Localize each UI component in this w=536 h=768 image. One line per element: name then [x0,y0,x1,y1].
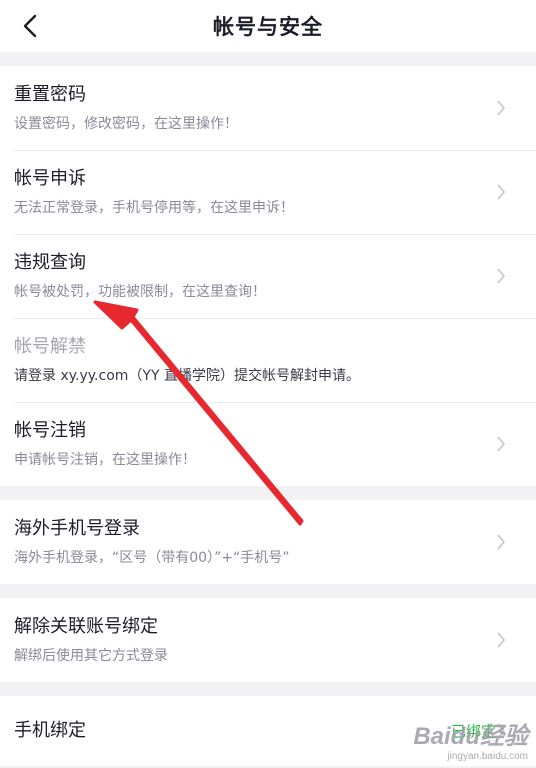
section-gap [0,52,536,66]
item-title: 手机绑定 [14,720,86,741]
watermark-logo: Baidu经验 [413,723,528,750]
navigation-bar: 帐号与安全 [0,0,536,52]
account-appeal-item[interactable]: 帐号申诉 无法正常登录，手机号停用等，在这里申诉！ [0,150,536,234]
reset-password-item[interactable]: 重置密码 设置密码，修改密码，在这里操作！ [0,66,536,150]
chevron-right-icon [497,632,506,648]
overseas-phone-login-item[interactable]: 海外手机号登录 海外手机登录，“区号（带有00）”+“手机号” [0,500,536,584]
item-subtitle: 设置密码，修改密码，在这里操作！ [14,115,238,132]
section-gap [0,584,536,598]
item-subtitle: 申请帐号注销，在这里操作！ [14,451,196,468]
unlink-group: 解除关联账号绑定 解绑后使用其它方式登录 [0,598,536,682]
back-button[interactable] [12,8,48,44]
unlink-account-item[interactable]: 解除关联账号绑定 解绑后使用其它方式登录 [0,598,536,682]
item-title: 帐号注销 [14,419,86,441]
page-title: 帐号与安全 [213,15,323,39]
overseas-login-group: 海外手机号登录 海外手机登录，“区号（带有00）”+“手机号” [0,500,536,584]
security-settings-group: 重置密码 设置密码，修改密码，在这里操作！ 帐号申诉 无法正常登录，手机号停用等… [0,66,536,486]
violation-query-item[interactable]: 违规查询 帐号被处罚，功能被限制，在这里查询！ [0,234,536,318]
chevron-right-icon [497,268,506,284]
item-title: 违规查询 [14,251,86,273]
item-subtitle: 帐号被处罚，功能被限制，在这里查询！ [14,283,266,300]
section-gap [0,486,536,500]
item-title: 解除关联账号绑定 [14,615,158,637]
chevron-left-icon [23,14,37,38]
chevron-right-icon [497,100,506,116]
chevron-right-icon [497,436,506,452]
item-title: 重置密码 [14,83,86,105]
chevron-right-icon [497,534,506,550]
chevron-right-icon [497,184,506,200]
item-title: 海外手机号登录 [14,517,140,539]
account-unban-item: 帐号解禁 请登录 xy.yy.com（YY 直播学院）提交帐号解封申请。 [0,318,536,402]
account-cancellation-item[interactable]: 帐号注销 申请帐号注销，在这里操作！ [0,402,536,486]
item-subtitle: 无法正常登录，手机号停用等，在这里申诉！ [14,199,294,216]
item-subtitle: 请登录 xy.yy.com（YY 直播学院）提交帐号解封申请。 [14,367,360,384]
section-gap [0,682,536,696]
watermark-url: jingyan.baidu.com [447,751,528,762]
item-title: 帐号申诉 [14,167,86,189]
item-subtitle: 解绑后使用其它方式登录 [14,647,168,664]
item-title: 帐号解禁 [14,335,86,357]
item-subtitle: 海外手机登录，“区号（带有00）”+“手机号” [14,549,290,566]
baidu-watermark: Baidu经验 jingyan.baidu.com [413,716,528,762]
